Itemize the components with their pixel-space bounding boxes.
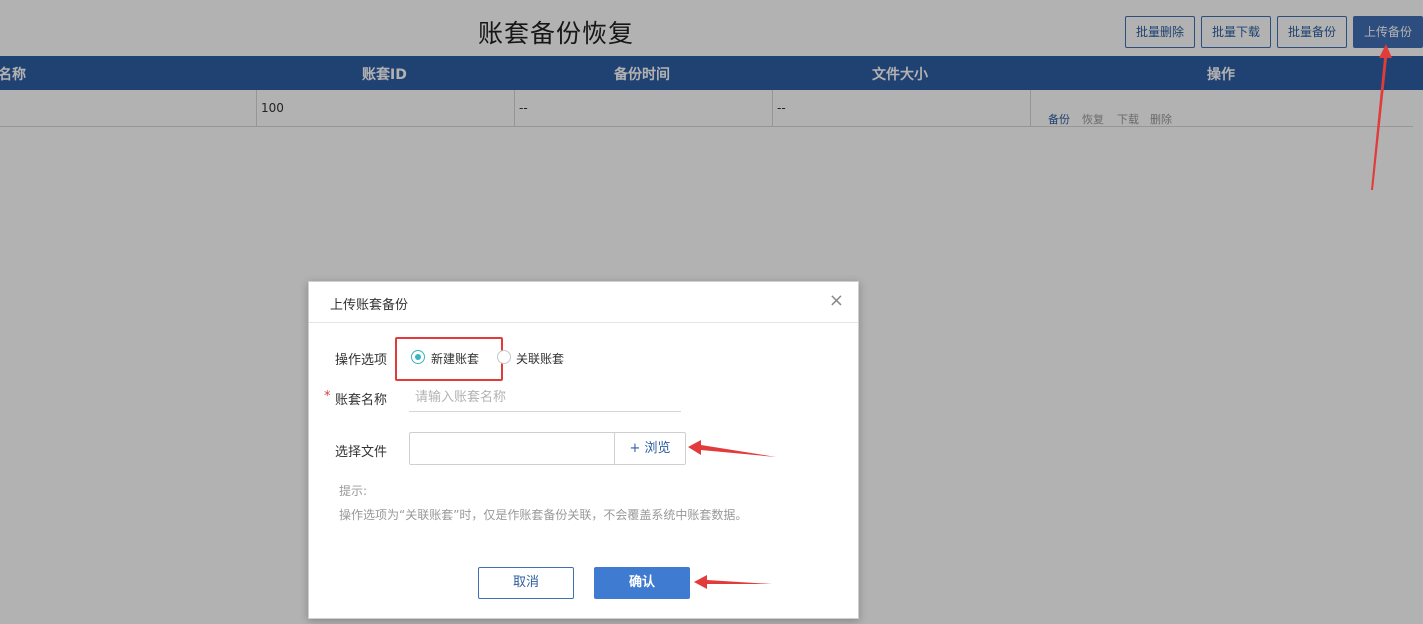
file-path-input[interactable] xyxy=(410,433,614,464)
hint-text: 操作选项为“关联账套”时，仅是作账套备份关联，不会覆盖系统中账套数据。 xyxy=(339,508,748,522)
file-picker: + 浏览 xyxy=(409,432,686,465)
dialog-header: 上传账套备份 × xyxy=(309,282,858,323)
option-label: 操作选项 xyxy=(335,353,388,368)
annotation-arrow-confirm xyxy=(694,575,772,589)
file-label: 选择文件 xyxy=(335,445,388,460)
browse-button[interactable]: + 浏览 xyxy=(614,433,685,464)
hint-title: 提示: xyxy=(339,484,368,498)
annotation-arrow-browse xyxy=(688,440,776,457)
account-name-input[interactable] xyxy=(409,384,681,412)
radio-label-new-account: 新建账套 xyxy=(431,352,480,366)
radio-link-account[interactable] xyxy=(497,350,511,364)
confirm-button[interactable]: 确认 xyxy=(594,567,690,599)
annotation-arrow-upload xyxy=(1371,44,1392,190)
required-mark: * xyxy=(324,389,331,404)
dialog-title: 上传账套备份 xyxy=(330,298,409,313)
name-label: 账套名称 xyxy=(335,393,388,408)
close-icon[interactable]: × xyxy=(829,290,844,311)
radio-new-account[interactable] xyxy=(411,350,425,364)
radio-label-link-account: 关联账套 xyxy=(516,352,565,366)
cancel-button[interactable]: 取消 xyxy=(478,567,574,599)
